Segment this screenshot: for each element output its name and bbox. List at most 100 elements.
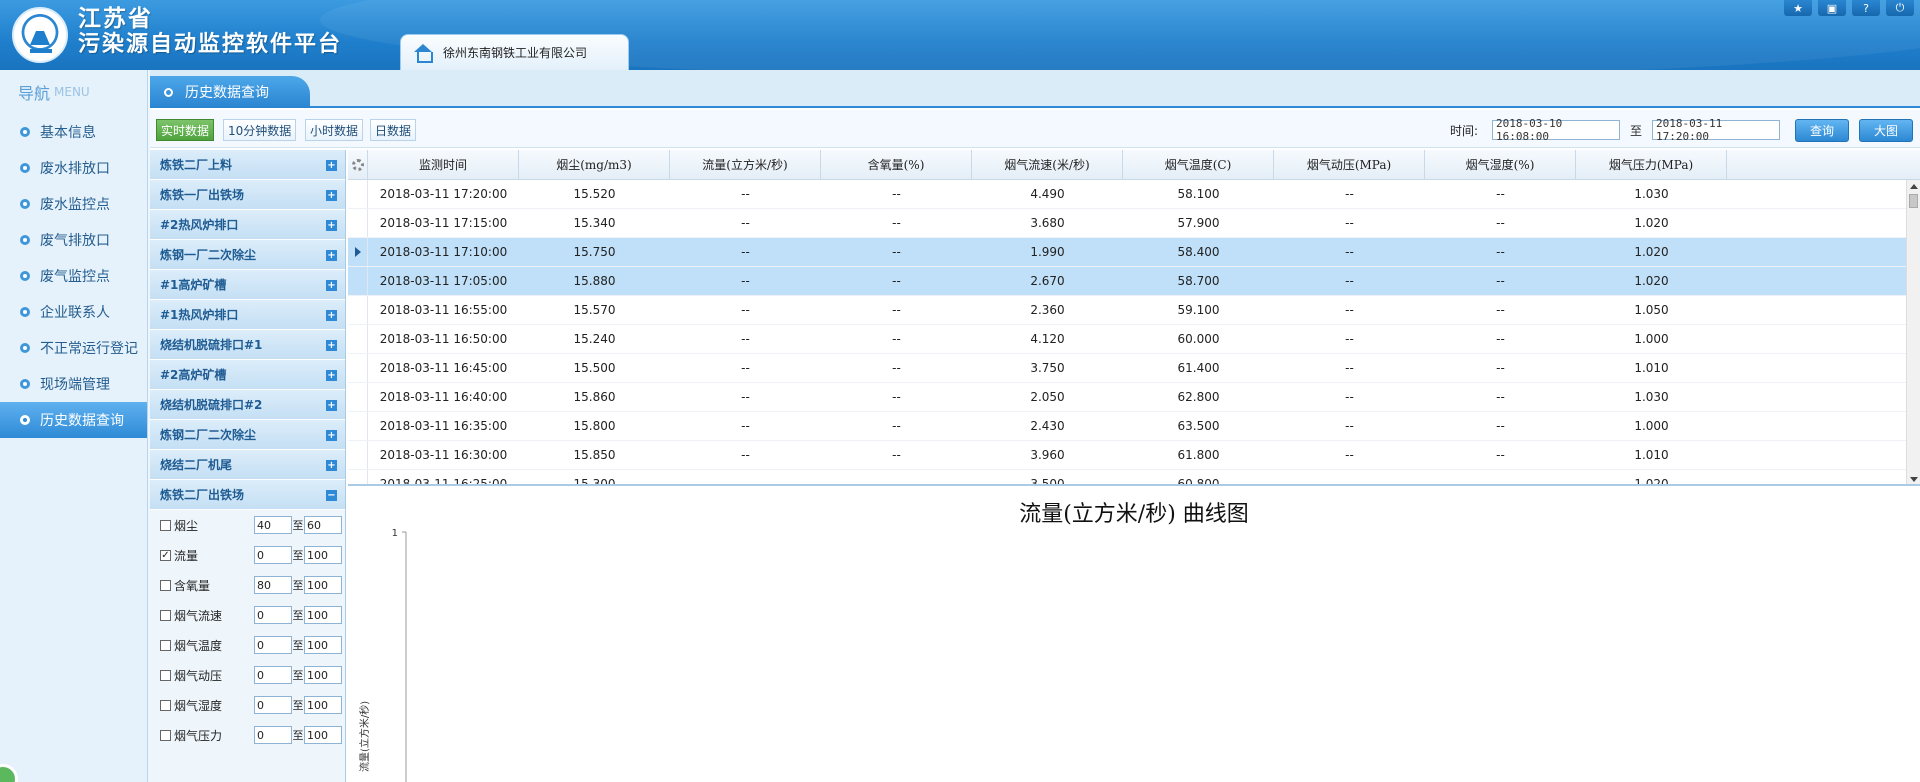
outlet-item[interactable]: #2热风炉排口 + [150,210,345,240]
end-time-input[interactable]: 2018-03-11 17:20:00 [1652,117,1780,143]
outlet-item[interactable]: 炼铁二厂出铁场 − [150,480,345,510]
expand-icon[interactable]: + [326,310,337,321]
nav-item-7[interactable]: 现场端管理 [0,366,147,402]
nav-item-4[interactable]: 废气监控点 [0,258,147,294]
filter-max-input[interactable]: 100 [304,726,342,744]
filter-min-input[interactable]: 0 [254,606,292,624]
filter-checkbox[interactable] [160,579,171,591]
filter-checkbox[interactable] [160,639,171,651]
collapse-icon[interactable]: − [326,490,337,501]
filter-max-input[interactable]: 100 [304,606,342,624]
nav-item-6[interactable]: 不正常运行登记 [0,330,147,366]
filter-max-input[interactable]: 100 [304,696,342,714]
scroll-up-icon[interactable] [1910,184,1918,189]
table-row[interactable]: 2018-03-11 17:10:00 15.750 -- -- 1.990 58.400… [348,238,1920,267]
big-chart-button[interactable]: 大图 [1859,119,1913,142]
table-row[interactable]: 2018-03-11 16:55:00 15.570 -- -- 2.360 59.100… [348,296,1920,325]
power-icon[interactable]: ⏻ [1886,0,1914,16]
table-row[interactable]: 2018-03-11 17:15:00 15.340 -- -- 3.680 57.900… [348,209,1920,238]
expand-icon[interactable]: + [326,340,337,351]
table-cell: -- [1496,274,1505,288]
nav-item-5[interactable]: 企业联系人 [0,294,147,330]
filter-min-input[interactable]: 0 [254,726,292,744]
expand-icon[interactable]: + [326,280,337,291]
filter-max-input[interactable]: 60 [304,516,342,534]
table-scrollbar[interactable] [1906,180,1920,484]
expand-icon[interactable]: + [326,400,337,411]
outlet-item[interactable]: 烧结二厂机尾 + [150,450,345,480]
outlet-item[interactable]: #2高炉矿槽 + [150,360,345,390]
column-header[interactable]: 烟气压力(MPa) [1576,150,1727,179]
filter-max-input[interactable]: 100 [304,666,342,684]
nav-item-0[interactable]: 基本信息 [0,114,147,150]
column-header[interactable]: 烟气流速(米/秒) [972,150,1123,179]
filter-min-input[interactable]: 0 [254,666,292,684]
realtime-data-button[interactable]: 实时数据 [156,119,215,141]
nav-item-3[interactable]: 废气排放口 [0,222,147,258]
outlet-item[interactable]: 炼钢二厂二次除尘 + [150,420,345,450]
help-icon[interactable]: ? [1852,0,1880,16]
tab-history-query[interactable]: 历史数据查询 [150,76,310,108]
table-row[interactable]: 2018-03-11 16:30:00 15.850 -- -- 3.960 61.800… [348,441,1920,470]
filter-name: 烟气压力 [174,728,223,743]
expand-icon[interactable]: + [326,370,337,381]
expand-icon[interactable]: + [326,190,337,201]
column-settings-icon[interactable] [348,150,368,179]
company-tab[interactable]: 徐州东南钢铁工业有限公司 [400,34,629,70]
nav-item-2[interactable]: 废水监控点 [0,186,147,222]
column-header[interactable]: 流量(立方米/秒) [670,150,821,179]
table-row[interactable]: 2018-03-11 16:45:00 15.500 -- -- 3.750 61.400… [348,354,1920,383]
scroll-down-icon[interactable] [1910,477,1918,482]
nav-item-8[interactable]: 历史数据查询 [0,402,147,438]
table-row[interactable]: 2018-03-11 16:35:00 15.800 -- -- 2.430 63.500… [348,412,1920,441]
filter-min-input[interactable]: 0 [254,636,292,654]
nav-item-1[interactable]: 废水排放口 [0,150,147,186]
star-icon[interactable]: ★ [1784,0,1812,16]
table-row[interactable]: 2018-03-11 17:20:00 15.520 -- -- 4.490 58.100… [348,180,1920,209]
column-header[interactable]: 烟气温度(C) [1123,150,1274,179]
filter-min-input[interactable]: 0 [254,546,292,564]
filter-checkbox[interactable] [160,519,171,531]
column-header[interactable]: 监测时间 [368,150,519,179]
table-row[interactable]: 2018-03-11 16:25:00 15.300 -- -- 3.500 60.800… [348,470,1920,484]
column-header[interactable]: 烟气湿度(%) [1425,150,1576,179]
table-row[interactable]: 2018-03-11 16:40:00 15.860 -- -- 2.050 62.800… [348,383,1920,412]
expand-icon[interactable]: + [326,220,337,231]
outlet-item[interactable]: 炼钢一厂二次除尘 + [150,240,345,270]
outlet-item[interactable]: 烧结机脱硫排口#2 + [150,390,345,420]
ten-minute-data-button[interactable]: 10分钟数据 [223,119,297,141]
column-header[interactable]: 烟气动压(MPa) [1274,150,1425,179]
filter-min-input[interactable]: 40 [254,516,292,534]
column-header[interactable]: 含氧量(%) [821,150,972,179]
filter-min-input[interactable]: 0 [254,696,292,714]
expand-icon[interactable]: + [326,430,337,441]
filter-checkbox[interactable] [160,669,171,681]
system-title-line2: 污染源自动监控软件平台 [78,31,343,58]
filter-max-input[interactable]: 100 [304,546,342,564]
outlet-item[interactable]: #1高炉矿槽 + [150,270,345,300]
expand-icon[interactable]: + [326,160,337,171]
table-row[interactable]: 2018-03-11 17:05:00 15.880 -- -- 2.670 58.700… [348,267,1920,296]
row-indicator [348,209,368,237]
filter-max-input[interactable]: 100 [304,636,342,654]
column-header[interactable]: 烟尘(mg/m3) [519,150,670,179]
hourly-data-button[interactable]: 小时数据 [305,119,364,141]
filter-max-input[interactable]: 100 [304,576,342,594]
filter-checkbox[interactable] [160,729,171,741]
outlet-item[interactable]: 烧结机脱硫排口#1 + [150,330,345,360]
daily-data-button[interactable]: 日数据 [370,119,417,141]
filter-checkbox[interactable] [160,699,171,711]
start-time-input[interactable]: 2018-03-10 16:08:00 [1492,117,1620,143]
filter-checkbox[interactable]: ✓ [160,549,171,561]
outlet-item[interactable]: #1热风炉排口 + [150,300,345,330]
expand-icon[interactable]: + [326,460,337,471]
query-button[interactable]: 查询 [1795,119,1849,142]
expand-icon[interactable]: + [326,250,337,261]
fullscreen-icon[interactable]: ▣ [1818,0,1846,16]
table-row[interactable]: 2018-03-11 16:50:00 15.240 -- -- 4.120 60.000… [348,325,1920,354]
outlet-item[interactable]: 炼铁二厂上料 + [150,150,345,180]
filter-checkbox[interactable] [160,609,171,621]
outlet-item[interactable]: 炼铁一厂出铁场 + [150,180,345,210]
scroll-thumb[interactable] [1909,194,1918,208]
filter-min-input[interactable]: 80 [254,576,292,594]
